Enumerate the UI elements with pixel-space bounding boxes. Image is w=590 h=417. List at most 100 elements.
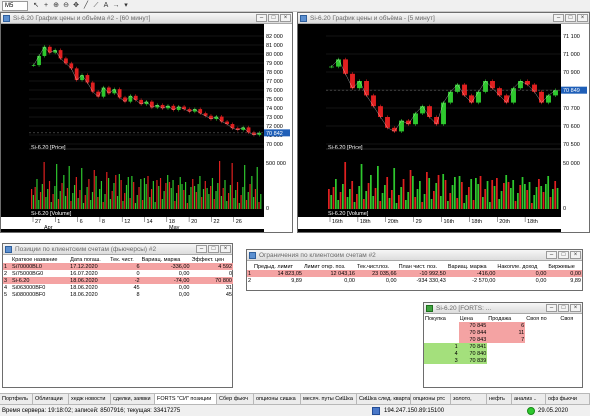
last-price-label: 70 849 — [563, 88, 580, 94]
volume-bar — [524, 184, 526, 209]
orderbook-bid-row[interactable]: 1 70 841 — [424, 343, 582, 350]
cell-value: -2 570,00 — [472, 277, 496, 284]
close-button[interactable]: × — [220, 245, 231, 253]
minimize-button[interactable]: – — [553, 14, 564, 22]
pointer-icon[interactable]: ↖ — [32, 2, 40, 10]
table-row[interactable]: 1 Si70000BL0 17.12.2020 6 -336,00 4 592 — [3, 263, 233, 270]
orderbook-titlebar[interactable]: Si-6.20 [FORTS: ... – □ × — [424, 303, 582, 314]
volume-bar — [50, 202, 52, 209]
positions-window: Позиции по клиентским счетам (фьючерсы) … — [2, 243, 233, 388]
candle-body — [476, 91, 481, 103]
price-tick-label: 79 000 — [266, 61, 283, 67]
cell-name: Si-6.20 — [12, 277, 30, 284]
crosshair-icon[interactable]: + — [42, 2, 50, 10]
cell-own — [525, 322, 559, 329]
minimize-button[interactable]: – — [546, 251, 557, 259]
cell-own — [559, 322, 582, 329]
maximize-button[interactable]: □ — [558, 304, 569, 312]
orderbook-bid-row[interactable]: 4 70 840 — [424, 350, 582, 357]
trendline-icon[interactable]: ⟋ — [92, 2, 100, 10]
volume-bar — [97, 197, 99, 209]
volume-bar — [186, 203, 188, 209]
cell-value: 0,00 — [535, 277, 547, 284]
volume-tick-label: 0 — [266, 206, 269, 212]
volume-bar — [127, 177, 129, 209]
chart-window-titlebar[interactable]: Si-6.20 График цены и объёма #2 - [60 ми… — [1, 13, 292, 24]
chart-window-title: Si-6.20 График цены и объёма #2 - [60 ми… — [13, 15, 151, 22]
table-row[interactable]: 5 Si080000BF0 18.06.2020 8 0,00 45 — [3, 291, 233, 298]
table-row[interactable]: 4 Si063000BF0 18.06.2020 45 0,00 31 — [3, 284, 233, 291]
volume-series-label: Si-6.20 [Volume] — [328, 211, 369, 217]
price-volume-chart-5min[interactable]: 71 10071 00070 90070 80070 70070 60070 5… — [298, 24, 589, 232]
positions-title: Позиции по клиентским счетам (фьючерсы) … — [15, 246, 157, 253]
volume-bar — [211, 178, 214, 209]
minimize-button[interactable]: – — [546, 304, 557, 312]
chart-window-titlebar[interactable]: Si-6.20 График цены и объёма - [5 минут]… — [298, 13, 589, 24]
orderbook-ask-row[interactable]: 70 843 7 — [424, 336, 582, 343]
volume-bar — [458, 176, 461, 209]
cell-value: 0,00 — [535, 270, 547, 277]
table-row[interactable]: 3 Si-6.20 18.06.2020 -2 -74,00 70 800 — [3, 277, 233, 284]
volume-bar — [227, 193, 230, 209]
volume-bar — [395, 203, 398, 209]
maximize-button[interactable]: □ — [565, 14, 576, 22]
cell-own — [559, 329, 582, 336]
volume-bar — [204, 181, 206, 209]
arrow-icon[interactable]: → — [112, 2, 120, 10]
volume-bar — [165, 183, 167, 209]
table-row[interactable]: 2 9,89 0,00 0,00 -934 330,43 -2 570,00 0… — [247, 277, 582, 284]
volume-bar — [412, 176, 414, 209]
price-tick-label: 70 600 — [563, 124, 580, 130]
close-button[interactable]: × — [577, 14, 588, 22]
cell-buy — [424, 322, 459, 329]
price-volume-chart-60min[interactable]: 82 000 81 000 80 000 79 000 78 000 77 000 76 0… — [1, 24, 292, 232]
volume-bar — [39, 192, 42, 209]
close-button[interactable]: × — [570, 304, 581, 312]
zoom-out-icon[interactable]: ⊖ — [62, 2, 70, 10]
close-button[interactable]: × — [280, 14, 291, 22]
limits-titlebar[interactable]: Ограничения по клиентским счетам #2 – □ … — [247, 250, 582, 261]
cell-date: 17.12.2020 — [70, 263, 98, 270]
close-button[interactable]: × — [570, 251, 581, 259]
candle-body — [80, 75, 84, 81]
volume-bar — [172, 180, 174, 209]
zoom-in-icon[interactable]: ⊕ — [52, 2, 60, 10]
volume-bar — [330, 195, 333, 209]
cell-price: 70 840 — [458, 350, 488, 357]
volume-bar — [374, 188, 377, 209]
text-icon[interactable]: A — [102, 2, 110, 10]
minimize-button[interactable]: – — [196, 245, 207, 253]
candle-body — [532, 84, 537, 92]
minimize-button[interactable]: – — [256, 14, 267, 22]
volume-bar — [419, 181, 421, 209]
interval-select[interactable]: M5 — [2, 1, 28, 11]
orderbook-ask-row[interactable]: 70 845 6 — [424, 322, 582, 329]
chart-window-60min: Si-6.20 График цены и объёма #2 - [60 ми… — [0, 12, 293, 233]
candle-body — [497, 88, 502, 96]
orderbook-bid-row[interactable]: 3 70 839 — [424, 357, 582, 364]
candle-body — [64, 58, 68, 64]
candle-body — [378, 106, 383, 117]
line-icon[interactable]: ╱ — [82, 2, 90, 10]
cell-own — [525, 336, 559, 343]
orderbook-ask-row[interactable]: 70 844 11 — [424, 329, 582, 336]
move-icon[interactable]: ✥ — [72, 2, 80, 10]
volume-bar — [258, 202, 260, 209]
volume-bar — [133, 182, 135, 209]
volume-bar — [332, 187, 335, 209]
volume-bar — [402, 179, 405, 209]
maximize-button[interactable]: □ — [208, 245, 219, 253]
table-row[interactable]: 2 Si75000BG0 16.07.2020 0 0,00 0 — [3, 270, 233, 277]
positions-titlebar[interactable]: Позиции по клиентским счетам (фьючерсы) … — [3, 244, 232, 255]
volume-bar — [116, 196, 119, 209]
date-tick-label: 16th — [444, 219, 455, 225]
cell-sell: 6 — [487, 322, 526, 329]
maximize-button[interactable]: □ — [268, 14, 279, 22]
maximize-button[interactable]: □ — [558, 251, 569, 259]
cell-date: 18.06.2020 — [70, 284, 98, 291]
table-row[interactable]: 1 14 823,05 12 043,16 23 035,66 -10 992,… — [247, 270, 582, 277]
cell-date: 16.07.2020 — [70, 270, 98, 277]
more-icon[interactable]: ▾ — [122, 2, 130, 10]
volume-bar — [34, 187, 36, 209]
volume-bar — [226, 201, 228, 209]
